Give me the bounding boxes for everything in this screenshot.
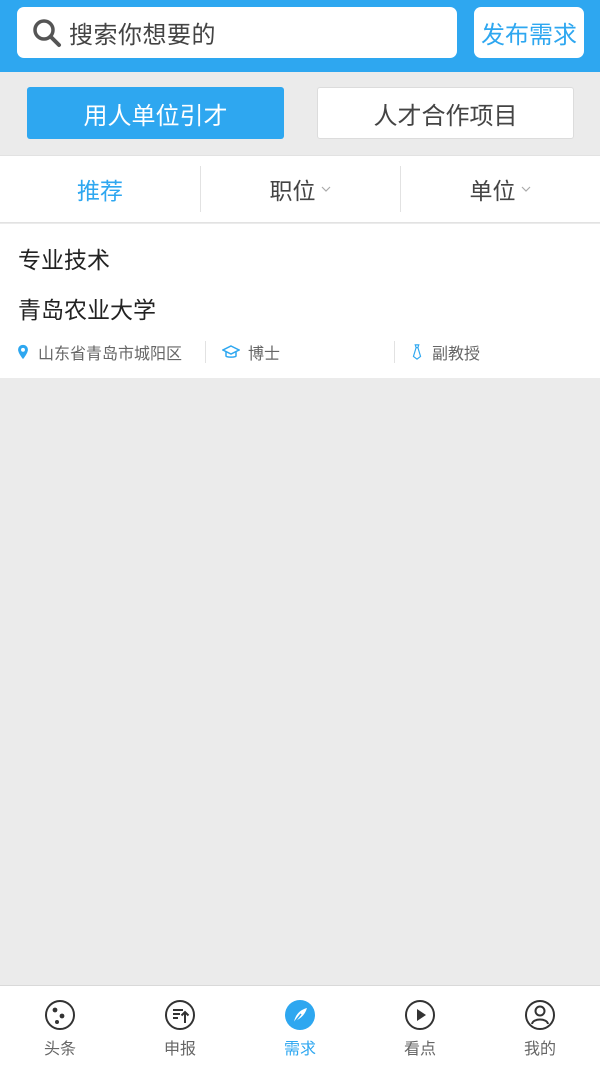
title-meta: 副教授 <box>410 338 480 366</box>
meta-divider <box>205 341 206 363</box>
chevron-down-icon <box>521 186 530 192</box>
segment-bar: 用人单位引才 人才合作项目 <box>0 72 600 154</box>
search-bar[interactable]: 搜索你想要的 <box>17 7 457 58</box>
declare-icon <box>165 1000 195 1030</box>
tab-recommend[interactable]: 推荐 <box>0 156 200 222</box>
tab-organization-label: 单位 <box>469 179 516 205</box>
play-icon <box>405 1000 435 1030</box>
nav-highlights-label: 看点 <box>403 1039 436 1058</box>
nav-highlights[interactable]: 看点 <box>360 986 480 1067</box>
location-text: 山东省青岛市城阳区 <box>38 344 183 363</box>
filter-tabs: 推荐 职位 单位 <box>0 155 600 223</box>
organization-name: 青岛农业大学 <box>18 298 156 324</box>
demand-icon <box>285 1000 315 1030</box>
segment-talent-projects[interactable]: 人才合作项目 <box>317 87 574 139</box>
tab-recommend-label: 推荐 <box>77 179 123 205</box>
tab-organization[interactable]: 单位 <box>400 156 600 222</box>
nav-declare-label: 申报 <box>163 1039 196 1058</box>
nav-mine[interactable]: 我的 <box>480 986 600 1067</box>
nav-headline-label: 头条 <box>43 1039 76 1058</box>
tab-position-label: 职位 <box>269 179 316 205</box>
location-pin-icon <box>18 344 28 360</box>
job-category: 专业技术 <box>18 248 110 274</box>
list-item[interactable]: 专业技术 青岛农业大学 山东省青岛市城阳区 博士 副教授 <box>0 224 600 378</box>
meta-divider <box>394 341 395 363</box>
tie-icon <box>412 344 422 360</box>
search-placeholder: 搜索你想要的 <box>69 21 216 49</box>
title-text: 副教授 <box>432 344 481 363</box>
bottom-nav: 头条 申报 需求 看点 我的 <box>0 985 600 1067</box>
publish-demand-button[interactable]: 发布需求 <box>474 7 584 58</box>
segment-employer-recruit[interactable]: 用人单位引才 <box>27 87 284 139</box>
headline-icon <box>45 1000 75 1030</box>
nav-headline[interactable]: 头条 <box>0 986 120 1067</box>
app-screen: 搜索你想要的 发布需求 用人单位引才 人才合作项目 推荐 职位 单位 专业技术 … <box>0 0 600 1067</box>
top-header: 搜索你想要的 发布需求 <box>0 0 600 72</box>
chevron-down-icon <box>321 186 330 192</box>
search-icon <box>33 18 61 47</box>
graduation-cap-icon <box>222 345 240 358</box>
degree-text: 博士 <box>248 344 281 363</box>
degree-meta: 博士 <box>222 338 280 366</box>
tab-position[interactable]: 职位 <box>200 156 400 222</box>
location-meta: 山东省青岛市城阳区 <box>16 338 182 366</box>
nav-demand[interactable]: 需求 <box>240 986 360 1067</box>
nav-mine-label: 我的 <box>523 1039 556 1058</box>
nav-demand-label: 需求 <box>283 1039 316 1058</box>
listing-meta: 山东省青岛市城阳区 博士 副教授 <box>0 338 600 366</box>
nav-declare[interactable]: 申报 <box>120 986 240 1067</box>
profile-icon <box>525 1000 555 1030</box>
